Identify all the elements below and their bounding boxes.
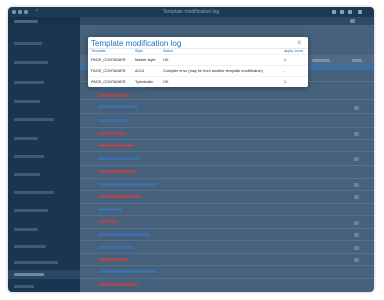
row-link[interactable] [98, 270, 156, 273]
sidebar-item[interactable] [14, 100, 40, 103]
sidebar-item[interactable] [14, 261, 58, 264]
toolbar-icon-4[interactable] [358, 10, 362, 14]
row-link[interactable] [98, 208, 122, 211]
row-divider [80, 127, 374, 128]
sidebar-item[interactable] [14, 209, 48, 212]
sidebar-item-active[interactable] [8, 270, 80, 279]
title-bar: ‹ Template modification log [8, 7, 374, 17]
cell-status: OK [163, 58, 169, 62]
row-link[interactable] [98, 246, 134, 249]
row-divider [80, 215, 374, 216]
sidebar-item[interactable] [14, 191, 54, 194]
cell-status: Compiler error (may be from another temp… [163, 69, 263, 73]
app-window: ‹ Template modification log Template mod… [8, 7, 374, 292]
row-divider [80, 139, 374, 140]
row-link[interactable] [98, 119, 128, 122]
row-divider [80, 151, 374, 152]
cell-template: PAGE_CONTAINER [91, 69, 126, 73]
sidebar-item[interactable] [14, 118, 54, 121]
row-divider [80, 99, 374, 100]
row-divider [80, 253, 374, 254]
row-error-link[interactable] [98, 220, 118, 223]
toolbar-icon-3[interactable] [348, 10, 352, 14]
header-cell [312, 59, 330, 62]
row-error-link[interactable] [98, 144, 134, 147]
row-action-icon[interactable] [354, 195, 359, 199]
row-divider [88, 54, 308, 55]
row-action-icon[interactable] [354, 132, 359, 136]
row-action-icon[interactable] [354, 183, 359, 187]
main-toolbar [80, 17, 374, 25]
window-title: Template modification log [162, 9, 220, 15]
row-action-icon[interactable] [354, 106, 359, 110]
row-link[interactable] [98, 183, 158, 186]
row-divider [88, 65, 308, 66]
sidebar-item[interactable] [14, 137, 38, 140]
row-divider [80, 190, 374, 191]
dialog-title: Template modification log [91, 39, 182, 48]
sidebar-item[interactable] [14, 155, 44, 158]
row-action-icon[interactable] [354, 258, 359, 262]
row-error-link[interactable] [98, 195, 142, 198]
header-cell [352, 59, 362, 62]
sidebar-item[interactable] [14, 42, 42, 45]
column-header-apply-count[interactable]: Apply count [284, 49, 303, 53]
row-action-icon[interactable] [354, 157, 359, 161]
row-divider [80, 278, 374, 279]
cell-style: ACUI [135, 69, 145, 73]
row-action-icon[interactable] [354, 233, 359, 237]
row-error-link[interactable] [98, 132, 126, 135]
sidebar-item[interactable] [14, 228, 38, 231]
sidebar-item[interactable] [14, 81, 44, 84]
row-divider [88, 76, 308, 77]
row-link[interactable] [98, 105, 138, 108]
sidebar-item[interactable] [14, 245, 46, 248]
cell-status: OK [163, 80, 169, 84]
row-divider [80, 178, 374, 179]
sidebar-active-label [14, 273, 44, 276]
row-divider [80, 228, 374, 229]
row-error-link[interactable] [98, 283, 138, 286]
template-modification-log-dialog: Template modification log × Template Sty… [88, 37, 308, 87]
sidebar-item[interactable] [14, 285, 34, 288]
toolbar-icon-1[interactable] [332, 10, 336, 14]
close-icon[interactable]: × [297, 38, 302, 47]
sidebar [8, 17, 80, 292]
sidebar-item[interactable] [14, 61, 48, 64]
cell-style: Tylerdustin [135, 80, 154, 84]
row-link[interactable] [98, 157, 140, 160]
row-divider [80, 265, 374, 266]
row-link[interactable] [98, 233, 150, 236]
row-divider [80, 203, 374, 204]
row-divider [80, 113, 374, 114]
row-error-link[interactable] [98, 258, 128, 261]
sidebar-item[interactable] [14, 173, 40, 176]
dialog-divider [88, 48, 308, 49]
row-error-link[interactable] [98, 170, 136, 173]
sidebar-header [8, 17, 80, 25]
column-header-template[interactable]: Template [91, 49, 106, 53]
cell-apply-count: 1 [284, 58, 287, 62]
column-header-status[interactable]: Status [163, 49, 173, 53]
cell-apply-count: - [284, 69, 286, 73]
toolbar-icon-2[interactable] [340, 10, 344, 14]
row-action-icon[interactable] [354, 246, 359, 250]
row-error-link[interactable] [98, 94, 130, 97]
cell-template: PAGE_CONTAINER [91, 58, 126, 62]
row-divider [80, 165, 374, 166]
row-divider [80, 240, 374, 241]
main-toolbar-icon[interactable] [350, 19, 355, 23]
column-header-style[interactable]: Style [135, 49, 143, 53]
cell-apply-count: 1 [284, 80, 287, 84]
sidebar-header-label [14, 20, 38, 23]
cell-template: PAGE_CONTAINER [91, 80, 126, 84]
cell-style: Master style [135, 58, 156, 62]
row-action-icon[interactable] [354, 221, 359, 225]
